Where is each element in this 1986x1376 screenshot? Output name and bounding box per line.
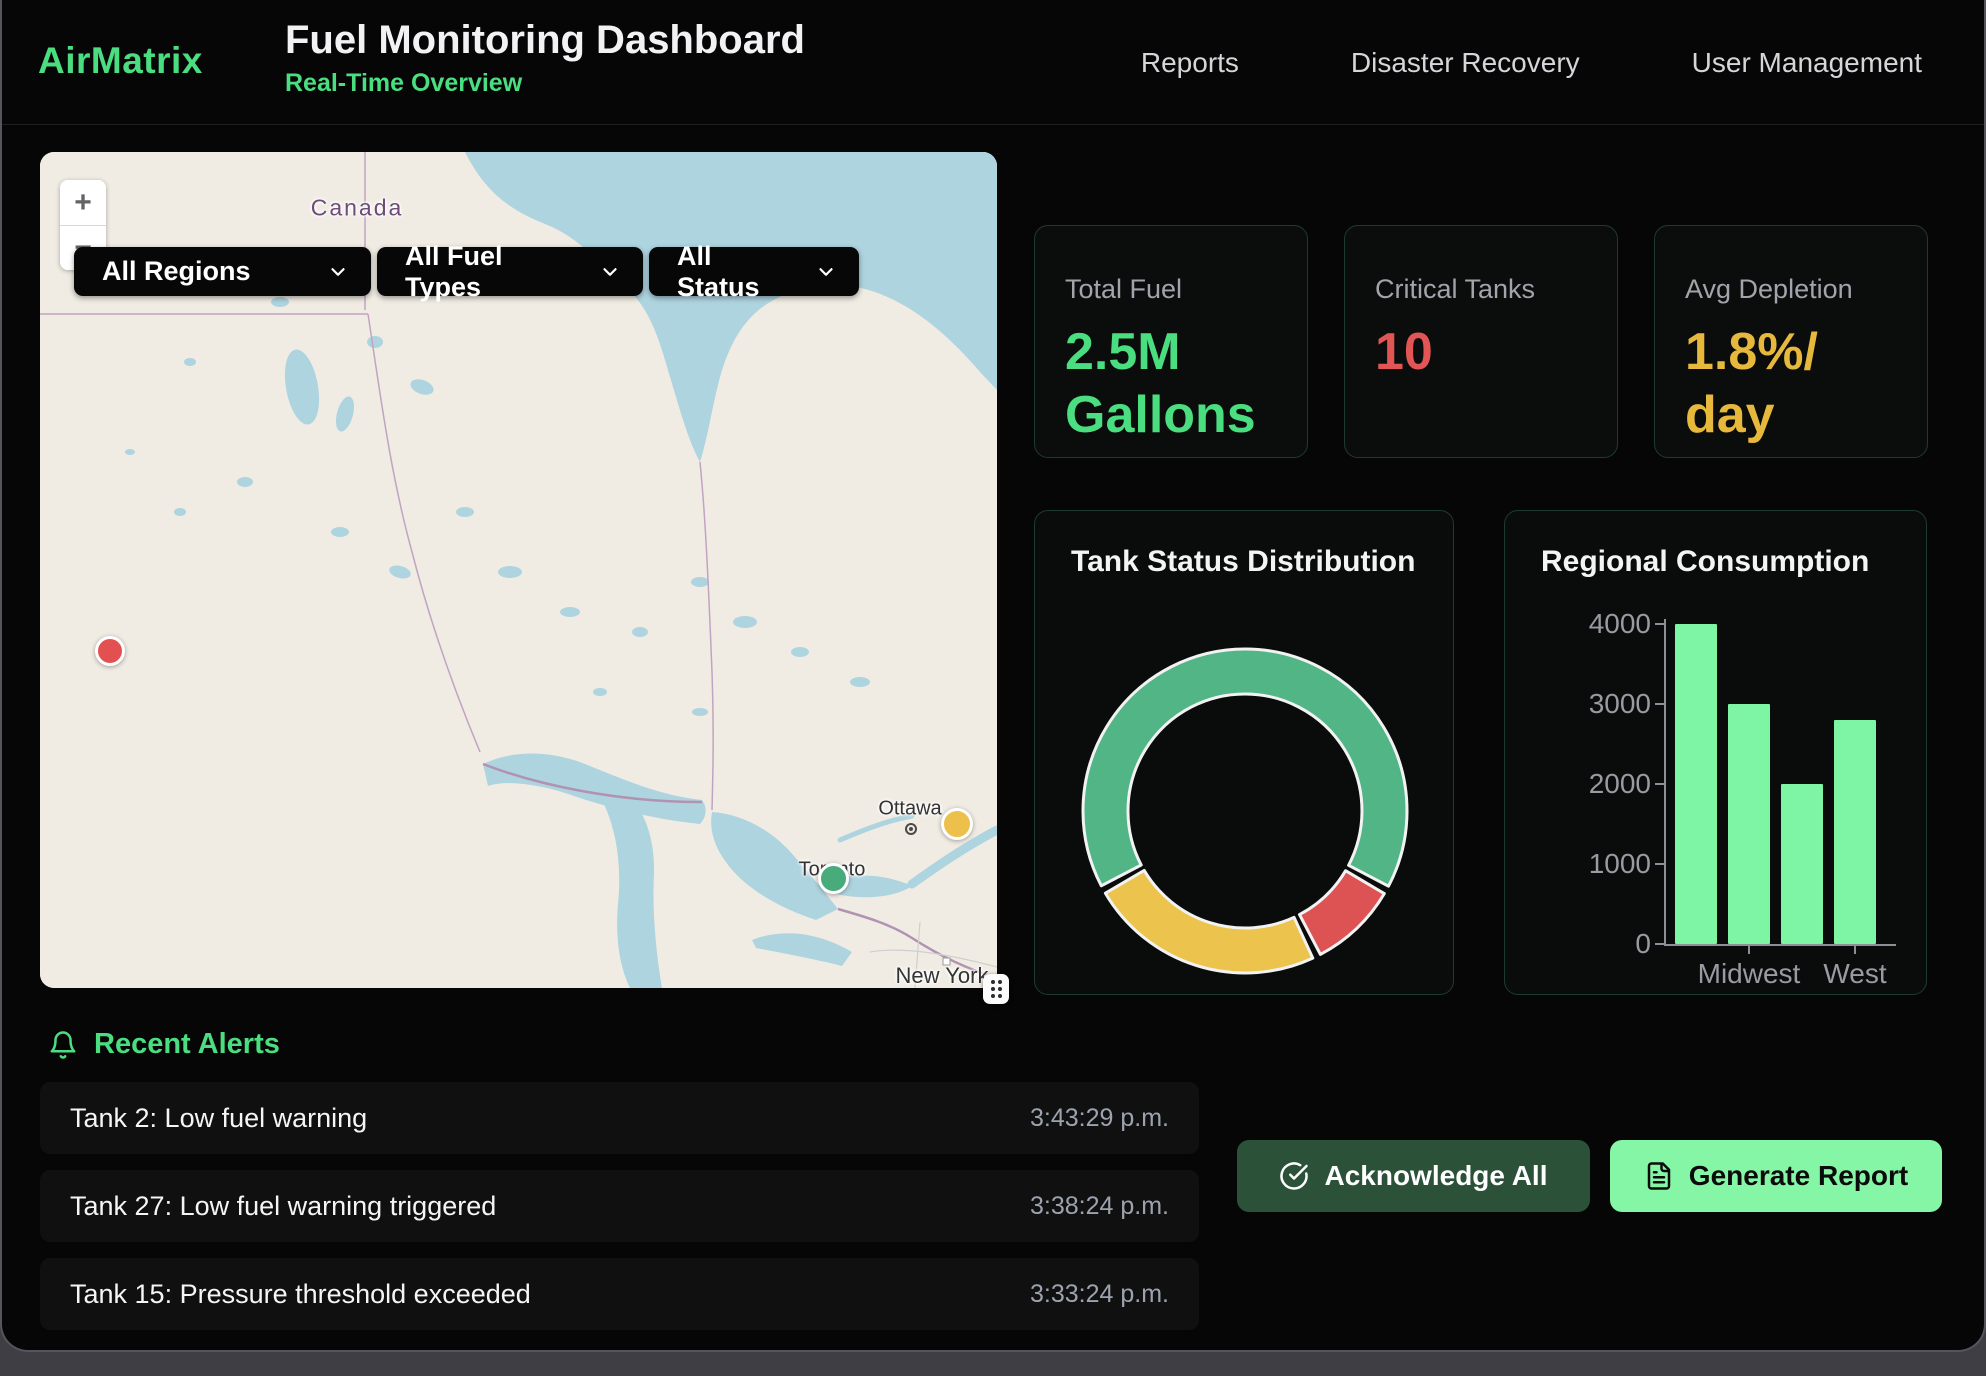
normal-tank-marker[interactable] [818,863,849,894]
top-header: AirMatrix Fuel Monitoring Dashboard Real… [2,0,1984,125]
fuel-map-panel: Canada Ottawa Toronto New York + − All R… [40,152,997,988]
generate-report-button[interactable]: Generate Report [1610,1140,1942,1212]
ottawa-town-symbol-icon [905,823,917,835]
nav-reports[interactable]: Reports [1141,47,1239,79]
alert-time: 3:33:24 p.m. [1030,1280,1169,1309]
critical-tank-marker[interactable] [95,636,125,666]
y-tick-mark [1655,863,1664,865]
title-block: Fuel Monitoring Dashboard Real-Time Over… [285,18,805,98]
map-label-canada: Canada [311,195,404,222]
alert-message: Tank 15: Pressure threshold exceeded [70,1279,531,1310]
avg-depletion-label: Avg Depletion [1685,274,1897,305]
status-filter-value: All Status [677,241,801,303]
nav-disaster-recovery[interactable]: Disaster Recovery [1351,47,1580,79]
alert-row[interactable]: Tank 2: Low fuel warning 3:43:29 p.m. [40,1082,1199,1154]
donut-segment-warning [1105,870,1312,973]
brand-logo: AirMatrix [38,40,203,82]
map-label-new-york: New York [896,963,989,988]
chevron-down-icon [815,261,837,283]
alert-message: Tank 27: Low fuel warning triggered [70,1191,496,1222]
tank-status-donut-chart [1035,511,1455,996]
alert-row[interactable]: Tank 15: Pressure threshold exceeded 3:3… [40,1258,1199,1330]
total-fuel-label: Total Fuel [1065,274,1277,305]
critical-tanks-value: 10 [1375,321,1587,384]
consumption-bar [1834,720,1876,944]
y-tick-mark [1655,943,1664,945]
page-subtitle: Real-Time Overview [285,69,805,98]
x-tick-label: West [1785,958,1925,990]
y-tick-mark [1655,703,1664,705]
document-icon [1644,1161,1674,1191]
consumption-bar [1675,624,1717,944]
donut-segment-normal [1083,649,1407,886]
chevron-down-icon [327,261,349,283]
y-tick-label: 2000 [1533,768,1651,800]
page-title: Fuel Monitoring Dashboard [285,18,805,63]
y-tick-mark [1655,783,1664,785]
critical-tanks-label: Critical Tanks [1375,274,1587,305]
y-tick-label: 3000 [1533,688,1651,720]
acknowledge-all-label: Acknowledge All [1324,1160,1547,1192]
alert-time: 3:38:24 p.m. [1030,1192,1169,1221]
critical-tanks-card: Critical Tanks 10 [1344,225,1618,458]
avg-depletion-value: 1.8%/ day [1685,321,1897,448]
alert-row[interactable]: Tank 27: Low fuel warning triggered 3:38… [40,1170,1199,1242]
total-fuel-card: Total Fuel 2.5M Gallons [1034,225,1308,458]
alert-message: Tank 2: Low fuel warning [70,1103,367,1134]
y-tick-label: 4000 [1533,608,1651,640]
y-tick-mark [1655,623,1664,625]
chevron-down-icon [599,261,621,283]
zoom-in-button[interactable]: + [60,180,106,225]
warning-tank-marker[interactable] [941,808,973,840]
regional-consumption-title: Regional Consumption [1541,545,1869,579]
y-tick-label: 1000 [1533,848,1651,880]
region-filter-value: All Regions [102,256,251,287]
alerts-title: Recent Alerts [94,1028,280,1061]
consumption-bar [1728,704,1770,944]
nav-user-management[interactable]: User Management [1692,47,1922,79]
bell-icon [48,1030,78,1060]
acknowledge-all-button[interactable]: Acknowledge All [1237,1140,1590,1212]
regional-consumption-card: Regional Consumption 01000200030004000Mi… [1504,510,1927,995]
main-nav: Reports Disaster Recovery User Managemen… [1141,0,1922,125]
tank-status-card: Tank Status Distribution [1034,510,1454,995]
y-tick-label: 0 [1533,928,1651,960]
alerts-header: Recent Alerts [48,1028,280,1061]
donut-segment-critical [1300,871,1385,955]
generate-report-label: Generate Report [1689,1160,1908,1192]
map-resize-handle-icon[interactable] [983,974,1009,1004]
map-filter-bar: All Regions All Fuel Types All Status [74,247,859,296]
check-circle-icon [1279,1161,1309,1191]
fuel-type-filter-value: All Fuel Types [405,241,585,303]
region-filter-select[interactable]: All Regions [74,247,371,296]
fuel-type-filter-select[interactable]: All Fuel Types [377,247,643,296]
alert-time: 3:43:29 p.m. [1030,1104,1169,1133]
x-tick-mark [1854,946,1856,954]
map-label-ottawa: Ottawa [878,798,941,821]
dashboard-window: AirMatrix Fuel Monitoring Dashboard Real… [0,0,1986,1352]
status-filter-select[interactable]: All Status [649,247,859,296]
bar-chart-y-axis [1664,619,1666,946]
total-fuel-value: 2.5M Gallons [1065,321,1277,448]
bar-chart-x-axis [1664,944,1896,946]
consumption-bar [1781,784,1823,944]
avg-depletion-card: Avg Depletion 1.8%/ day [1654,225,1928,458]
x-tick-mark [1748,946,1750,954]
